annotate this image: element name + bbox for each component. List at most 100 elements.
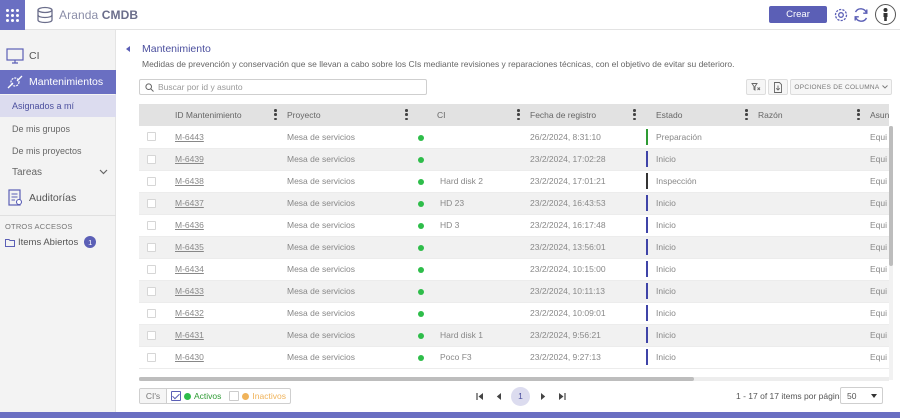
column-header-ci[interactable]: CI <box>414 104 526 126</box>
column-menu-icon[interactable] <box>857 109 860 120</box>
scroll-thumb[interactable] <box>889 126 893 266</box>
maintenance-id-link[interactable]: M-6437 <box>175 198 204 208</box>
maintenance-id-link[interactable]: M-6443 <box>175 132 204 142</box>
row-select-cell <box>139 192 171 215</box>
status-label: Inicio <box>646 217 754 233</box>
column-menu-icon[interactable] <box>517 109 520 120</box>
column-menu-icon[interactable] <box>274 109 277 120</box>
sidebar-subitem-assigned[interactable]: Asignados a mí <box>0 95 116 117</box>
status-cell: Inicio <box>642 192 754 215</box>
sidebar-item-audits[interactable]: Auditorías <box>0 186 116 210</box>
row-checkbox[interactable] <box>147 352 156 362</box>
sidebar-item-maintenance[interactable]: Mantenimientos <box>0 70 116 94</box>
column-options-button[interactable]: OPCIONES DE COLUMNA <box>790 79 892 95</box>
create-button[interactable]: Crear <box>769 6 827 23</box>
last-page-button[interactable] <box>552 387 571 406</box>
table-row[interactable]: M-6430 Mesa de servicios Poco F3 23/2/2024,… <box>139 346 889 369</box>
next-page-button[interactable] <box>533 387 552 406</box>
prev-page-button[interactable] <box>489 387 508 406</box>
row-select-cell <box>139 148 171 171</box>
search-box[interactable] <box>139 79 427 95</box>
filter-inactive-option[interactable]: Inactivos <box>225 389 290 403</box>
ci-name: Poco F3 <box>440 352 472 362</box>
ci-filter-label: CI's <box>140 389 167 403</box>
row-checkbox[interactable] <box>147 242 156 252</box>
sidebar-subitem-projects[interactable]: De mis proyectos <box>0 140 116 162</box>
sidebar: CI Mantenimientos Asignados a mí De mis … <box>0 30 116 412</box>
column-header-id[interactable]: ID Mantenimiento <box>171 104 283 126</box>
maintenance-id-link[interactable]: M-6439 <box>175 154 204 164</box>
filter-active-option[interactable]: Activos <box>167 389 225 403</box>
sidebar-item-tasks[interactable]: Tareas <box>0 162 116 182</box>
table-row[interactable]: M-6439 Mesa de servicios 23/2/2024, 17:02:… <box>139 148 889 171</box>
ci-cell: HD 23 <box>414 192 526 215</box>
column-menu-icon[interactable] <box>745 109 748 120</box>
row-checkbox[interactable] <box>147 132 156 142</box>
table-row[interactable]: M-6437 Mesa de servicios HD 23 23/2/2024, 1… <box>139 192 889 215</box>
page-number-current[interactable]: 1 <box>511 386 530 406</box>
inactive-checkbox[interactable] <box>229 391 240 401</box>
column-header-subject[interactable]: Asun <box>866 104 889 126</box>
clear-filter-button[interactable] <box>746 79 766 95</box>
first-page-button[interactable] <box>470 387 489 406</box>
refresh-icon[interactable] <box>852 6 870 24</box>
column-header-status[interactable]: Estado <box>642 104 754 126</box>
ci-cell: Hard disk 2 <box>414 170 526 193</box>
active-label: Activos <box>194 391 222 401</box>
maintenance-id-link[interactable]: M-6430 <box>175 352 204 362</box>
row-checkbox[interactable] <box>147 308 156 318</box>
column-menu-icon[interactable] <box>405 109 408 120</box>
maintenance-id-link[interactable]: M-6434 <box>175 264 204 274</box>
table-row[interactable]: M-6433 Mesa de servicios 23/2/2024, 10:11:… <box>139 280 889 303</box>
maintenance-id-link[interactable]: M-6435 <box>175 242 204 252</box>
chevron-down-icon <box>99 169 108 175</box>
sidebar-item-ci[interactable]: CI <box>0 44 116 68</box>
collapse-sidebar-icon[interactable] <box>126 46 130 52</box>
search-input[interactable] <box>158 82 408 92</box>
row-checkbox[interactable] <box>147 198 156 208</box>
gear-icon[interactable] <box>832 6 850 24</box>
table-row[interactable]: M-6435 Mesa de servicios 23/2/2024, 13:56:… <box>139 236 889 259</box>
row-checkbox[interactable] <box>147 286 156 296</box>
maintenance-id-link[interactable]: M-6433 <box>175 286 204 296</box>
table-row[interactable]: M-6436 Mesa de servicios HD 3 23/2/2024, 16… <box>139 214 889 237</box>
table-row[interactable]: M-6432 Mesa de servicios 23/2/2024, 10:09:… <box>139 302 889 325</box>
horizontal-scrollbar[interactable] <box>139 377 889 381</box>
column-header-date[interactable]: Fecha de registro <box>526 104 642 126</box>
maintenance-id-link[interactable]: M-6432 <box>175 308 204 318</box>
project-cell: Mesa de servicios <box>283 214 414 237</box>
open-items-link[interactable]: Items Abiertos 1 <box>5 236 97 248</box>
project-cell: Mesa de servicios <box>283 302 414 325</box>
active-checkbox[interactable] <box>171 391 181 401</box>
table-row[interactable]: M-6438 Mesa de servicios Hard disk 2 23/2/2… <box>139 170 889 193</box>
maintenance-id-link[interactable]: M-6431 <box>175 330 204 340</box>
row-checkbox[interactable] <box>147 176 156 186</box>
column-header-project[interactable]: Proyecto <box>283 104 414 126</box>
table-row[interactable]: M-6431 Mesa de servicios Hard disk 1 23/2/2… <box>139 324 889 347</box>
row-checkbox[interactable] <box>147 330 156 340</box>
table-row[interactable]: M-6434 Mesa de servicios 23/2/2024, 10:15:… <box>139 258 889 281</box>
table-row[interactable]: M-6443 Mesa de servicios 26/2/2024, 8:31:1… <box>139 126 889 149</box>
export-button[interactable] <box>768 79 788 95</box>
scroll-thumb[interactable] <box>139 377 694 381</box>
status-cell: Inicio <box>642 302 754 325</box>
sidebar-subitem-groups[interactable]: De mis grupos <box>0 118 116 140</box>
page-size-select[interactable]: 50 <box>840 387 883 404</box>
column-menu-icon[interactable] <box>633 109 636 120</box>
row-checkbox[interactable] <box>147 220 156 230</box>
status-label: Inicio <box>646 151 754 167</box>
row-select-cell <box>139 126 171 149</box>
date-cell: 26/2/2024, 8:31:10 <box>526 126 642 149</box>
maintenance-id-link[interactable]: M-6436 <box>175 220 204 230</box>
column-header-reason[interactable]: Razón <box>754 104 866 126</box>
status-label: Inicio <box>646 327 754 343</box>
ci-name: Hard disk 2 <box>440 176 483 186</box>
row-checkbox[interactable] <box>147 154 156 164</box>
user-avatar-icon[interactable] <box>875 4 896 25</box>
apps-grid-icon[interactable] <box>0 0 25 30</box>
vertical-scrollbar[interactable] <box>889 126 893 380</box>
row-checkbox[interactable] <box>147 264 156 274</box>
sidebar-item-label: CI <box>29 50 40 62</box>
maintenance-id-link[interactable]: M-6438 <box>175 176 204 186</box>
project-cell: Mesa de servicios <box>283 280 414 303</box>
